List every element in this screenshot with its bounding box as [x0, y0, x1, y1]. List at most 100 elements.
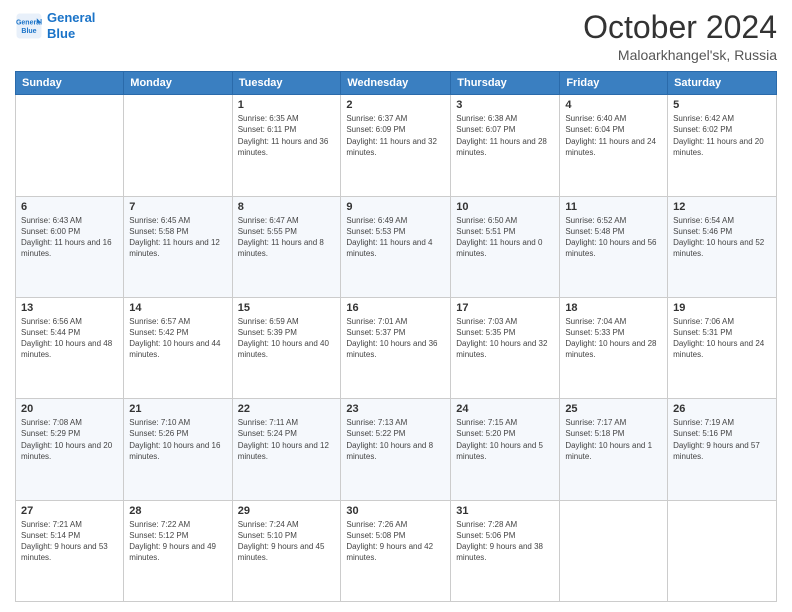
calendar-cell: 21 Sunrise: 7:10 AM Sunset: 5:26 PM Dayli… [124, 399, 232, 500]
day-info: Sunrise: 6:49 AM Sunset: 5:53 PM Dayligh… [346, 215, 445, 260]
day-number: 22 [238, 403, 336, 415]
day-number: 30 [346, 505, 445, 517]
day-number: 12 [673, 201, 771, 213]
day-number: 7 [129, 201, 226, 213]
calendar-cell: 9 Sunrise: 6:49 AM Sunset: 5:53 PM Daylig… [341, 196, 451, 297]
day-number: 29 [238, 505, 336, 517]
day-info: Sunrise: 7:10 AM Sunset: 5:26 PM Dayligh… [129, 417, 226, 462]
col-wednesday: Wednesday [341, 72, 451, 95]
day-info: Sunrise: 6:47 AM Sunset: 5:55 PM Dayligh… [238, 215, 336, 260]
day-info: Sunrise: 6:50 AM Sunset: 5:51 PM Dayligh… [456, 215, 554, 260]
logo: General Blue General Blue [15, 10, 95, 41]
calendar-cell [668, 500, 777, 601]
calendar-cell: 16 Sunrise: 7:01 AM Sunset: 5:37 PM Dayli… [341, 297, 451, 398]
day-number: 21 [129, 403, 226, 415]
col-friday: Friday [560, 72, 668, 95]
day-number: 27 [21, 505, 118, 517]
day-number: 5 [673, 99, 771, 111]
day-number: 1 [238, 99, 336, 111]
day-number: 8 [238, 201, 336, 213]
day-info: Sunrise: 6:52 AM Sunset: 5:48 PM Dayligh… [565, 215, 662, 260]
day-info: Sunrise: 7:28 AM Sunset: 5:06 PM Dayligh… [456, 519, 554, 564]
day-info: Sunrise: 6:38 AM Sunset: 6:07 PM Dayligh… [456, 113, 554, 158]
day-number: 4 [565, 99, 662, 111]
day-number: 31 [456, 505, 554, 517]
day-number: 3 [456, 99, 554, 111]
day-info: Sunrise: 6:54 AM Sunset: 5:46 PM Dayligh… [673, 215, 771, 260]
logo-line1: General [47, 10, 95, 25]
day-number: 13 [21, 302, 118, 314]
day-info: Sunrise: 6:43 AM Sunset: 6:00 PM Dayligh… [21, 215, 118, 260]
day-info: Sunrise: 7:17 AM Sunset: 5:18 PM Dayligh… [565, 417, 662, 462]
day-number: 14 [129, 302, 226, 314]
calendar-cell [560, 500, 668, 601]
calendar-cell: 3 Sunrise: 6:38 AM Sunset: 6:07 PM Daylig… [451, 95, 560, 196]
calendar-cell [124, 95, 232, 196]
day-info: Sunrise: 7:04 AM Sunset: 5:33 PM Dayligh… [565, 316, 662, 361]
calendar-cell: 20 Sunrise: 7:08 AM Sunset: 5:29 PM Dayli… [16, 399, 124, 500]
day-info: Sunrise: 7:01 AM Sunset: 5:37 PM Dayligh… [346, 316, 445, 361]
calendar-cell: 22 Sunrise: 7:11 AM Sunset: 5:24 PM Dayli… [232, 399, 341, 500]
calendar-cell: 27 Sunrise: 7:21 AM Sunset: 5:14 PM Dayli… [16, 500, 124, 601]
calendar-cell: 25 Sunrise: 7:17 AM Sunset: 5:18 PM Dayli… [560, 399, 668, 500]
calendar-cell: 11 Sunrise: 6:52 AM Sunset: 5:48 PM Dayli… [560, 196, 668, 297]
day-info: Sunrise: 6:57 AM Sunset: 5:42 PM Dayligh… [129, 316, 226, 361]
calendar-cell: 5 Sunrise: 6:42 AM Sunset: 6:02 PM Daylig… [668, 95, 777, 196]
day-number: 11 [565, 201, 662, 213]
week-row-4: 27 Sunrise: 7:21 AM Sunset: 5:14 PM Dayli… [16, 500, 777, 601]
header-row: Sunday Monday Tuesday Wednesday Thursday… [16, 72, 777, 95]
calendar-cell: 14 Sunrise: 6:57 AM Sunset: 5:42 PM Dayli… [124, 297, 232, 398]
page: General Blue General Blue October 2024 M… [0, 0, 792, 612]
day-number: 17 [456, 302, 554, 314]
day-number: 6 [21, 201, 118, 213]
day-info: Sunrise: 7:26 AM Sunset: 5:08 PM Dayligh… [346, 519, 445, 564]
logo-line2: Blue [47, 26, 75, 41]
month-title: October 2024 [583, 10, 777, 45]
day-number: 23 [346, 403, 445, 415]
calendar-cell: 31 Sunrise: 7:28 AM Sunset: 5:06 PM Dayli… [451, 500, 560, 601]
day-number: 18 [565, 302, 662, 314]
col-sunday: Sunday [16, 72, 124, 95]
day-info: Sunrise: 6:59 AM Sunset: 5:39 PM Dayligh… [238, 316, 336, 361]
day-info: Sunrise: 6:42 AM Sunset: 6:02 PM Dayligh… [673, 113, 771, 158]
calendar-cell: 8 Sunrise: 6:47 AM Sunset: 5:55 PM Daylig… [232, 196, 341, 297]
logo-text: General Blue [47, 10, 95, 41]
day-number: 16 [346, 302, 445, 314]
day-info: Sunrise: 6:37 AM Sunset: 6:09 PM Dayligh… [346, 113, 445, 158]
day-info: Sunrise: 6:35 AM Sunset: 6:11 PM Dayligh… [238, 113, 336, 158]
day-number: 25 [565, 403, 662, 415]
day-number: 10 [456, 201, 554, 213]
col-thursday: Thursday [451, 72, 560, 95]
week-row-0: 1 Sunrise: 6:35 AM Sunset: 6:11 PM Daylig… [16, 95, 777, 196]
calendar-cell: 12 Sunrise: 6:54 AM Sunset: 5:46 PM Dayli… [668, 196, 777, 297]
day-number: 19 [673, 302, 771, 314]
day-info: Sunrise: 7:08 AM Sunset: 5:29 PM Dayligh… [21, 417, 118, 462]
calendar-cell: 13Sunrise: 6:56 AM Sunset: 5:44 PM Dayli… [16, 297, 124, 398]
title-block: October 2024 Maloarkhangel'sk, Russia [583, 10, 777, 63]
day-info: Sunrise: 7:11 AM Sunset: 5:24 PM Dayligh… [238, 417, 336, 462]
location-title: Maloarkhangel'sk, Russia [583, 47, 777, 63]
day-info: Sunrise: 7:21 AM Sunset: 5:14 PM Dayligh… [21, 519, 118, 564]
calendar-cell: 28Sunrise: 7:22 AM Sunset: 5:12 PM Dayli… [124, 500, 232, 601]
day-number: 24 [456, 403, 554, 415]
calendar-cell: 26 Sunrise: 7:19 AM Sunset: 5:16 PM Dayli… [668, 399, 777, 500]
day-number: 28 [129, 505, 226, 517]
day-number: 9 [346, 201, 445, 213]
calendar-cell: 17Sunrise: 7:03 AM Sunset: 5:35 PM Dayli… [451, 297, 560, 398]
header: General Blue General Blue October 2024 M… [15, 10, 777, 63]
svg-text:Blue: Blue [21, 28, 36, 35]
day-number: 20 [21, 403, 118, 415]
day-number: 26 [673, 403, 771, 415]
day-info: Sunrise: 7:15 AM Sunset: 5:20 PM Dayligh… [456, 417, 554, 462]
logo-icon: General Blue [15, 12, 43, 40]
week-row-1: 6 Sunrise: 6:43 AM Sunset: 6:00 PM Daylig… [16, 196, 777, 297]
calendar-cell: 15Sunrise: 6:59 AM Sunset: 5:39 PM Dayli… [232, 297, 341, 398]
calendar-cell: 6 Sunrise: 6:43 AM Sunset: 6:00 PM Daylig… [16, 196, 124, 297]
calendar-cell: 29Sunrise: 7:24 AM Sunset: 5:10 PM Dayli… [232, 500, 341, 601]
col-monday: Monday [124, 72, 232, 95]
calendar-cell [16, 95, 124, 196]
col-saturday: Saturday [668, 72, 777, 95]
day-info: Sunrise: 7:19 AM Sunset: 5:16 PM Dayligh… [673, 417, 771, 462]
calendar-cell: 10 Sunrise: 6:50 AM Sunset: 5:51 PM Dayli… [451, 196, 560, 297]
calendar-cell: 2Sunrise: 6:37 AM Sunset: 6:09 PM Daylig… [341, 95, 451, 196]
